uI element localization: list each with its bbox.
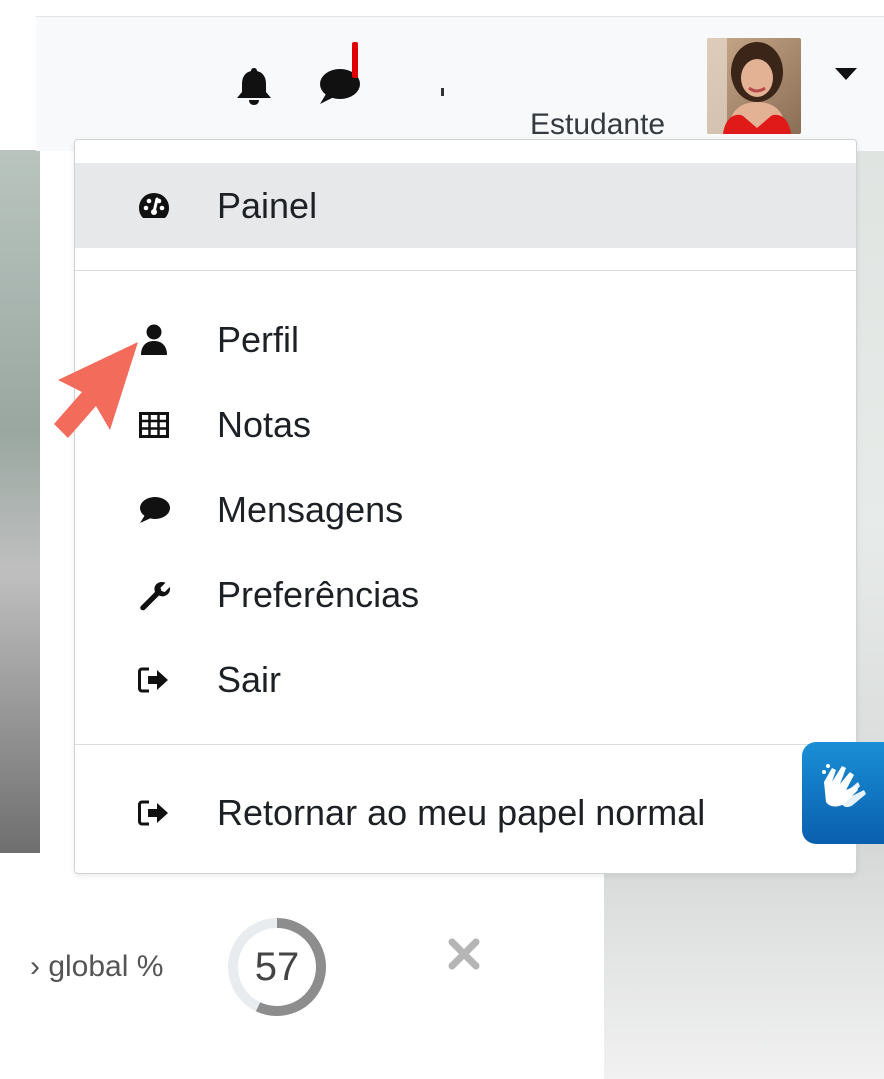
accessibility-button[interactable] <box>802 742 884 844</box>
unread-badge <box>352 42 358 78</box>
logout-icon <box>137 796 171 830</box>
logout-icon <box>137 663 171 697</box>
menu-item-perfil[interactable]: Perfil <box>75 297 856 382</box>
user-menu-dropdown: Painel Perfil Notas Mensagens Preferênci… <box>74 139 857 874</box>
menu-item-label: Painel <box>217 184 318 226</box>
user-name[interactable]: Estudante <box>530 108 665 142</box>
menu-divider <box>75 744 856 745</box>
menu-divider <box>75 270 856 271</box>
dashboard-icon <box>137 189 171 223</box>
menu-item-painel[interactable]: Painel <box>75 163 856 248</box>
chat-icon[interactable] <box>316 60 366 108</box>
table-icon <box>137 408 171 442</box>
chevron-down-icon[interactable] <box>835 68 857 82</box>
menu-item-mensagens[interactable]: Mensagens <box>75 467 856 552</box>
menu-item-label: Retornar ao meu papel normal <box>217 791 706 833</box>
menu-item-notas[interactable]: Notas <box>75 382 856 467</box>
menu-item-label: Preferências <box>217 573 420 615</box>
chat-icon <box>137 493 171 527</box>
wrench-icon <box>137 578 171 612</box>
avatar[interactable] <box>707 38 801 134</box>
menu-item-label: Notas <box>217 403 312 445</box>
menu-item-label: Perfil <box>217 318 300 360</box>
close-icon[interactable] <box>444 934 484 974</box>
menu-item-sair[interactable]: Sair <box>75 637 856 722</box>
menu-item-label: Mensagens <box>217 488 404 530</box>
bell-icon[interactable] <box>232 66 276 106</box>
annotation-arrow-icon <box>54 342 138 438</box>
menu-item-retornar-papel[interactable]: Retornar ao meu papel normal <box>75 770 856 855</box>
progress-value: 57 <box>254 944 300 989</box>
progress-label: › global % <box>30 950 164 983</box>
menu-item-preferencias[interactable]: Preferências <box>75 552 856 637</box>
user-icon <box>137 323 171 357</box>
navbar-separator <box>441 88 444 96</box>
menu-item-label: Sair <box>217 658 282 700</box>
page-background-left <box>0 150 40 853</box>
sign-language-icon <box>822 764 866 807</box>
